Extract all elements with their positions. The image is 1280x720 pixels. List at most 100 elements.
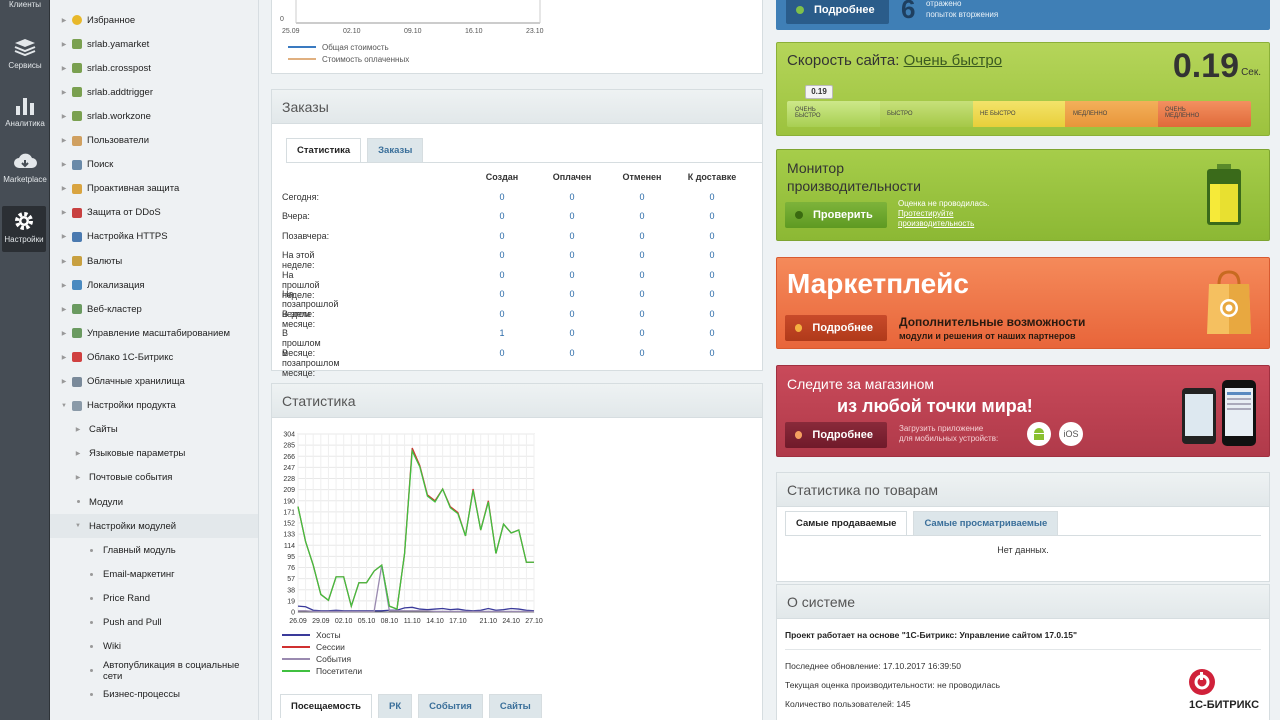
cell-value[interactable]: 0	[677, 348, 747, 358]
chevron-down-icon[interactable]: ▼	[60, 403, 68, 409]
rail-item-settings[interactable]: Настройки	[2, 206, 46, 252]
chevron-right-icon[interactable]: ▶	[60, 282, 68, 289]
rail-item-clients[interactable]: Клиенты	[0, 0, 50, 9]
menu-item[interactable]: Автопубликация в социальные сети	[50, 659, 258, 683]
cell-value[interactable]: 0	[467, 309, 537, 319]
menu-item[interactable]: Email-маркетинг	[50, 562, 258, 586]
cell-value[interactable]: 0	[607, 328, 677, 338]
menu-item[interactable]: ▶ srlab.crosspost	[50, 56, 258, 80]
rail-item-services[interactable]: Сервисы	[0, 38, 50, 70]
menu-item[interactable]: Главный модуль	[50, 538, 258, 562]
menu-item[interactable]: Wiki	[50, 635, 258, 659]
cell-value[interactable]: 0	[537, 270, 607, 280]
tab-sites[interactable]: Сайты	[488, 694, 542, 718]
rail-item-analytics[interactable]: Аналитика	[0, 96, 50, 128]
chevron-right-icon[interactable]: ▶	[60, 209, 68, 216]
cell-value[interactable]: 0	[467, 192, 537, 202]
cell-value[interactable]: 0	[467, 231, 537, 241]
chevron-right-icon[interactable]: ▶	[60, 89, 68, 96]
cell-value[interactable]: 0	[537, 328, 607, 338]
menu-item[interactable]: Price Rand	[50, 586, 258, 610]
cell-value[interactable]: 0	[677, 211, 747, 221]
chevron-right-icon[interactable]: ▶	[74, 474, 82, 481]
monitor-check-button[interactable]: Проверить	[785, 202, 887, 228]
cell-value[interactable]: 0	[677, 309, 747, 319]
tab-most-viewed[interactable]: Самые просматриваемые	[913, 511, 1059, 535]
tab-best-sellers[interactable]: Самые продаваемые	[785, 511, 908, 535]
monitor-link-1[interactable]: Протестируйте	[898, 209, 989, 219]
cell-value[interactable]: 0	[677, 270, 747, 280]
chevron-right-icon[interactable]: ▶	[60, 354, 68, 361]
cell-value[interactable]: 0	[537, 231, 607, 241]
cell-value[interactable]: 0	[467, 250, 537, 260]
chevron-down-icon[interactable]: ▼	[74, 523, 82, 529]
cell-value[interactable]: 0	[677, 192, 747, 202]
menu-item[interactable]: ▶ Языковые параметры	[50, 442, 258, 466]
chevron-right-icon[interactable]: ▶	[60, 258, 68, 265]
menu-item[interactable]: ▼ Настройки модулей	[50, 514, 258, 539]
menu-item[interactable]: ▶ Веб-кластер	[50, 297, 258, 321]
menu-item[interactable]: ▶ Пользователи	[50, 129, 258, 153]
chevron-right-icon[interactable]: ▶	[60, 233, 68, 240]
cell-value[interactable]: 0	[607, 231, 677, 241]
cell-value[interactable]: 0	[607, 309, 677, 319]
menu-item[interactable]: ▼ Настройки продукта	[50, 394, 258, 418]
cell-value[interactable]: 0	[607, 348, 677, 358]
ios-icon[interactable]: iOS	[1059, 422, 1083, 446]
menu-item[interactable]: ▶ Настройка HTTPS	[50, 225, 258, 249]
cell-value[interactable]: 0	[537, 250, 607, 260]
cell-value[interactable]: 0	[537, 309, 607, 319]
chevron-right-icon[interactable]: ▶	[60, 137, 68, 144]
menu-item[interactable]: ▶ Локализация	[50, 273, 258, 297]
cell-value[interactable]: 0	[537, 289, 607, 299]
tab-statistics[interactable]: Статистика	[286, 138, 362, 162]
menu-item[interactable]: ▶ Защита от DDoS	[50, 201, 258, 225]
monitor-link-2[interactable]: производительность	[898, 219, 989, 229]
menu-item[interactable]: ▶ Избранное	[50, 8, 258, 32]
menu-item[interactable]: ▶ srlab.addtrigger	[50, 80, 258, 104]
menu-item[interactable]: ▶ Валюты	[50, 249, 258, 273]
menu-item[interactable]: Push and Pull	[50, 611, 258, 635]
android-icon[interactable]	[1027, 422, 1051, 446]
cell-value[interactable]: 0	[467, 270, 537, 280]
cell-value[interactable]: 0	[677, 289, 747, 299]
menu-item[interactable]: Бизнес-процессы	[50, 683, 258, 707]
cell-value[interactable]: 0	[677, 328, 747, 338]
cell-value[interactable]: 0	[677, 231, 747, 241]
menu-item[interactable]: Модули	[50, 490, 258, 514]
menu-item[interactable]: ▶ Поиск	[50, 153, 258, 177]
menu-item[interactable]: ▶ Облачные хранилища	[50, 370, 258, 394]
speed-value-link[interactable]: Очень быстро	[904, 52, 1003, 69]
cell-value[interactable]: 0	[607, 211, 677, 221]
menu-item[interactable]: ▶ Управление масштабированием	[50, 321, 258, 345]
rail-item-marketplace[interactable]: Marketplace	[0, 152, 50, 184]
chevron-right-icon[interactable]: ▶	[60, 113, 68, 120]
cell-value[interactable]: 0	[537, 348, 607, 358]
mobile-more-button[interactable]: Подробнее	[785, 422, 887, 448]
chevron-right-icon[interactable]: ▶	[74, 426, 82, 433]
menu-item[interactable]: ▶ Почтовые события	[50, 466, 258, 490]
marketplace-more-button[interactable]: Подробнее	[785, 315, 887, 341]
cell-value[interactable]: 0	[607, 270, 677, 280]
cell-value[interactable]: 0	[677, 250, 747, 260]
cell-value[interactable]: 0	[537, 192, 607, 202]
chevron-right-icon[interactable]: ▶	[60, 330, 68, 337]
cell-value[interactable]: 0	[467, 348, 537, 358]
menu-item[interactable]: ▶ srlab.yamarket	[50, 32, 258, 56]
chevron-right-icon[interactable]	[74, 499, 82, 505]
chevron-right-icon[interactable]: ▶	[60, 306, 68, 313]
cell-value[interactable]: 0	[607, 250, 677, 260]
tab-traffic[interactable]: Посещаемость	[280, 694, 373, 718]
security-more-button[interactable]: Подробнее	[786, 0, 889, 24]
chevron-right-icon[interactable]: ▶	[60, 65, 68, 72]
tab-ads[interactable]: РК	[378, 694, 413, 718]
chevron-right-icon[interactable]: ▶	[60, 185, 68, 192]
chevron-right-icon[interactable]: ▶	[60, 41, 68, 48]
menu-item[interactable]: ▶ Сайты	[50, 418, 258, 442]
cell-value[interactable]: 0	[537, 211, 607, 221]
menu-item[interactable]: ▶ Проактивная защита	[50, 177, 258, 201]
cell-value[interactable]: 0	[467, 211, 537, 221]
menu-item[interactable]: ▶ Облако 1С-Битрикс	[50, 345, 258, 369]
cell-value[interactable]: 0	[467, 289, 537, 299]
cell-value[interactable]: 0	[607, 192, 677, 202]
